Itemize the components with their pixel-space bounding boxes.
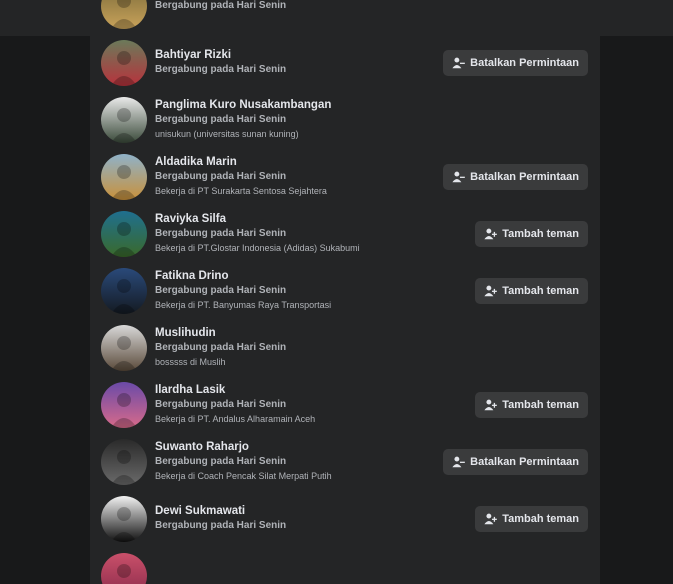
work-text: Bekerja di PT.Glostar Indonesia (Adidas)… (155, 243, 360, 253)
add-friend-button[interactable]: Tambah teman (475, 277, 588, 304)
joined-text: Bergabung pada Hari Senin (155, 228, 287, 239)
friend-name[interactable]: Ilardha Lasik (155, 383, 315, 398)
friend-info: Aldadika Marin Bergabung pada Hari Senin B… (155, 148, 327, 205)
friend-row: Bahtiyar Rizki Bergabung pada Hari Senin B… (90, 34, 600, 91)
avatar[interactable] (101, 210, 147, 257)
joined-text: Bergabung pada Hari Senin (155, 399, 287, 410)
user-minus-icon (452, 56, 466, 69)
friend-name[interactable]: Panglima Kuro Nusakambangan (155, 98, 331, 113)
friend-info: Suwanto Raharjo Bergabung pada Hari Senin… (155, 433, 332, 490)
joined-text: Bergabung pada Hari Senin (155, 114, 287, 125)
friend-row: Raviyka Silfa Bergabung pada Hari Senin Be… (90, 205, 600, 262)
user-minus-icon (452, 170, 466, 183)
friend-info: Muslihudin Bergabung pada Hari Senin bosss… (155, 319, 286, 376)
cancel-request-button[interactable]: Batalkan Permintaan (443, 163, 588, 190)
joined-text: Bergabung pada Hari Senin (155, 64, 287, 75)
friend-row: Bergabung pada Hari Senin (90, 0, 600, 34)
avatar[interactable] (101, 153, 147, 200)
add-friend-button[interactable]: Tambah teman (475, 391, 588, 418)
avatar[interactable] (101, 324, 147, 371)
add-friend-button[interactable]: Tambah teman (475, 220, 588, 247)
friends-panel: Bergabung pada Hari Senin Bahtiyar Rizki B… (90, 0, 600, 584)
friend-row: Dewi Sukmawati Bergabung pada Hari Senin T… (90, 490, 600, 547)
avatar[interactable] (101, 552, 147, 584)
friend-info: Ilardha Lasik Bergabung pada Hari Senin Be… (155, 376, 315, 433)
friend-row: Fatikna Drino Bergabung pada Hari Senin Be… (90, 262, 600, 319)
avatar[interactable] (101, 0, 147, 29)
joined-text: Bergabung pada Hari Senin (155, 342, 287, 353)
cancel-request-button[interactable]: Batalkan Permintaan (443, 49, 588, 76)
friend-info: Bahtiyar Rizki Bergabung pada Hari Senin (155, 34, 286, 91)
button-label: Batalkan Permintaan (470, 455, 579, 468)
friend-row: Muslihudin Bergabung pada Hari Senin bosss… (90, 319, 600, 376)
friend-name[interactable]: Raviyka Silfa (155, 212, 360, 227)
button-label: Tambah teman (502, 227, 579, 240)
friend-row (90, 547, 600, 584)
avatar[interactable] (101, 39, 147, 86)
joined-text: Bergabung pada Hari Senin (155, 171, 287, 182)
button-label: Batalkan Permintaan (470, 170, 579, 183)
avatar[interactable] (101, 495, 147, 542)
friend-row: Panglima Kuro Nusakambangan Bergabung pad… (90, 91, 600, 148)
friend-name[interactable]: Suwanto Raharjo (155, 440, 332, 455)
work-text: Bekerja di PT. Banyumas Raya Transportas… (155, 300, 332, 310)
work-text: Bekerja di PT. Andalus Alharamain Aceh (155, 414, 316, 424)
button-label: Tambah teman (502, 284, 579, 297)
friend-name[interactable]: Aldadika Marin (155, 155, 327, 170)
work-text: Bekerja di Coach Pencak Silat Merpati Pu… (155, 471, 332, 481)
work-text: bosssss di Muslih (155, 357, 226, 367)
friend-list: Bergabung pada Hari Senin Bahtiyar Rizki B… (90, 0, 600, 584)
user-plus-icon (484, 398, 498, 411)
user-plus-icon (484, 284, 498, 297)
avatar[interactable] (101, 96, 147, 143)
add-friend-button[interactable]: Tambah teman (475, 505, 588, 532)
joined-text: Bergabung pada Hari Senin (155, 456, 287, 467)
friend-info: Bergabung pada Hari Senin (155, 0, 286, 34)
friend-row: Suwanto Raharjo Bergabung pada Hari Senin… (90, 433, 600, 490)
friend-info: Fatikna Drino Bergabung pada Hari Senin Be… (155, 262, 331, 319)
cancel-request-button[interactable]: Batalkan Permintaan (443, 448, 588, 475)
friend-name[interactable]: Dewi Sukmawati (155, 504, 286, 519)
avatar[interactable] (101, 267, 147, 314)
friend-info: Raviyka Silfa Bergabung pada Hari Senin Be… (155, 205, 360, 262)
friend-name[interactable]: Bahtiyar Rizki (155, 48, 286, 63)
friend-name[interactable]: Fatikna Drino (155, 269, 331, 284)
user-plus-icon (484, 227, 498, 240)
joined-text: Bergabung pada Hari Senin (155, 0, 287, 11)
user-minus-icon (452, 455, 466, 468)
friend-row: Aldadika Marin Bergabung pada Hari Senin B… (90, 148, 600, 205)
avatar[interactable] (101, 381, 147, 428)
friend-info: Panglima Kuro Nusakambangan Bergabung pad… (155, 91, 331, 148)
friend-name[interactable]: Muslihudin (155, 326, 286, 341)
button-label: Tambah teman (502, 512, 579, 525)
friend-info: Dewi Sukmawati Bergabung pada Hari Senin (155, 490, 286, 547)
joined-text: Bergabung pada Hari Senin (155, 520, 287, 531)
user-plus-icon (484, 512, 498, 525)
avatar[interactable] (101, 438, 147, 485)
button-label: Batalkan Permintaan (470, 56, 579, 69)
friend-row: Ilardha Lasik Bergabung pada Hari Senin Be… (90, 376, 600, 433)
work-text: unisukun (universitas sunan kuning) (155, 129, 299, 139)
button-label: Tambah teman (502, 398, 579, 411)
work-text: Bekerja di PT Surakarta Sentosa Sejahter… (155, 186, 327, 196)
joined-text: Bergabung pada Hari Senin (155, 285, 287, 296)
